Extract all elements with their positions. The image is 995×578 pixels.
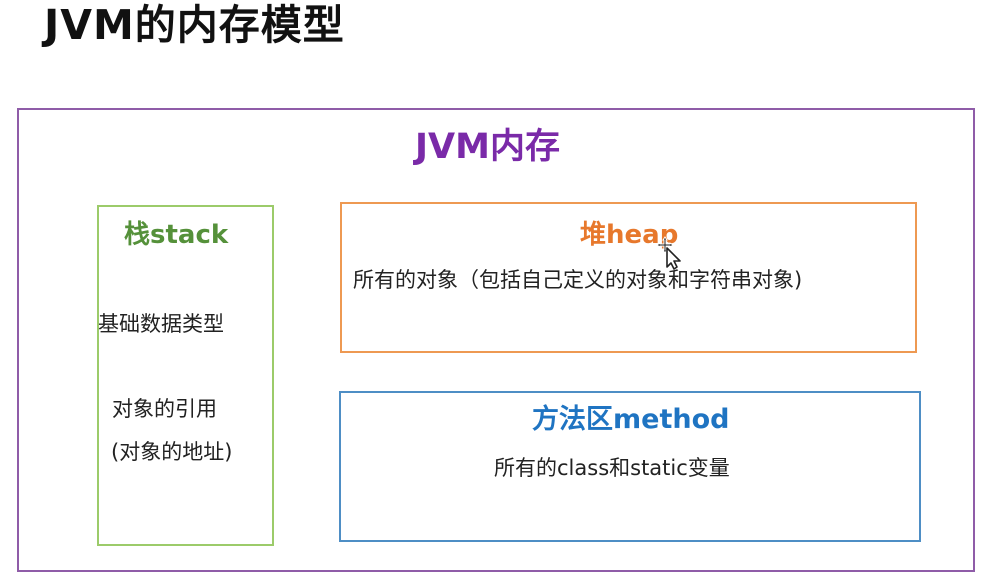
stack-title: 栈stack	[124, 220, 229, 250]
heap-description: 所有的对象（包括自己定义的对象和字符串对象)	[353, 268, 803, 292]
slide-page: JVM的内存模型 JVM内存 栈stack 基础数据类型 对象的引用 (对象的地…	[0, 0, 995, 578]
jvm-memory-title: JVM内存	[415, 127, 560, 167]
stack-object-address-text: (对象的地址)	[111, 440, 233, 464]
method-area-title: 方法区method	[532, 404, 730, 435]
stack-object-reference-text: 对象的引用	[112, 397, 217, 421]
move-cursor-icon	[656, 236, 681, 270]
slide-title: JVM的内存模型	[44, 1, 345, 49]
stack-box	[97, 205, 274, 546]
stack-primitive-types-text: 基础数据类型	[98, 312, 224, 336]
method-area-description: 所有的class和static变量	[494, 456, 730, 480]
